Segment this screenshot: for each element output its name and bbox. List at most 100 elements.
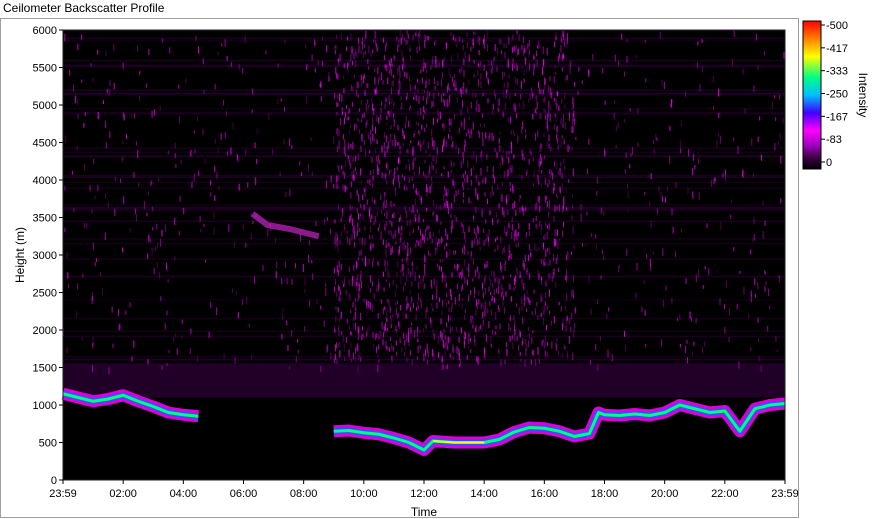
- backscatter-speckle: [496, 277, 498, 283]
- backscatter-speckle: [387, 77, 389, 85]
- backscatter-speckle: [539, 160, 541, 166]
- backscatter-speckle: [470, 290, 472, 295]
- backscatter-speckle: [570, 290, 572, 297]
- backscatter-speckle: [161, 229, 163, 237]
- backscatter-speckle: [429, 153, 431, 157]
- backscatter-speckle: [466, 175, 468, 183]
- backscatter-speckle: [401, 102, 403, 110]
- backscatter-speckle: [724, 326, 726, 334]
- backscatter-speckle: [478, 299, 480, 305]
- backscatter-speckle: [514, 45, 516, 52]
- backscatter-speckle: [372, 103, 374, 111]
- backscatter-speckle: [156, 262, 158, 269]
- backscatter-speckle: [560, 44, 562, 53]
- backscatter-speckle: [547, 351, 549, 358]
- backscatter-speckle: [696, 61, 698, 69]
- backscatter-speckle: [424, 173, 426, 179]
- backscatter-speckle: [512, 341, 514, 350]
- backscatter-speckle: [518, 198, 520, 203]
- backscatter-speckle: [688, 149, 690, 157]
- backscatter-speckle: [556, 205, 558, 211]
- backscatter-speckle: [386, 346, 388, 351]
- backscatter-speckle: [393, 203, 395, 207]
- backscatter-speckle: [496, 236, 498, 240]
- backscatter-speckle: [470, 46, 472, 52]
- backscatter-speckle: [450, 54, 452, 63]
- backscatter-speckle: [468, 294, 470, 302]
- backscatter-speckle: [495, 238, 497, 243]
- backscatter-speckle: [377, 353, 379, 358]
- backscatter-speckle: [521, 126, 523, 134]
- backscatter-speckle: [533, 289, 535, 294]
- backscatter-speckle: [777, 141, 779, 146]
- backscatter-speckle: [530, 359, 532, 365]
- backscatter-speckle: [425, 149, 427, 154]
- backscatter-speckle: [401, 347, 403, 353]
- backscatter-speckle: [245, 243, 247, 248]
- backscatter-speckle: [543, 259, 545, 267]
- backscatter-speckle: [565, 325, 567, 332]
- backscatter-speckle: [328, 76, 330, 82]
- backscatter-speckle: [251, 109, 253, 113]
- backscatter-speckle: [371, 157, 373, 164]
- backscatter-speckle: [712, 75, 714, 83]
- backscatter-speckle: [254, 142, 256, 148]
- backscatter-speckle: [122, 156, 124, 160]
- backscatter-speckle: [447, 336, 449, 343]
- backscatter-speckle: [553, 124, 555, 130]
- backscatter-speckle: [369, 216, 371, 223]
- backscatter-speckle: [386, 161, 388, 170]
- colorbar-tick-label: -417: [826, 43, 848, 55]
- backscatter-speckle: [554, 113, 556, 117]
- backscatter-speckle: [498, 98, 500, 106]
- backscatter-speckle: [409, 124, 411, 128]
- backscatter-speckle: [463, 331, 465, 336]
- backscatter-speckle: [359, 312, 361, 321]
- backscatter-speckle: [125, 310, 127, 316]
- backscatter-speckle: [382, 307, 384, 315]
- backscatter-speckle: [77, 43, 79, 51]
- backscatter-speckle: [97, 111, 99, 119]
- backscatter-speckle: [420, 197, 422, 205]
- backscatter-speckle: [492, 65, 494, 73]
- backscatter-speckle: [554, 229, 556, 236]
- backscatter-speckle: [588, 70, 590, 78]
- backscatter-speckle: [435, 246, 437, 251]
- backscatter-speckle: [388, 282, 390, 288]
- backscatter-speckle: [507, 169, 509, 175]
- backscatter-speckle: [109, 131, 111, 139]
- backscatter-speckle: [354, 322, 356, 329]
- backscatter-speckle: [463, 121, 465, 127]
- backscatter-speckle: [432, 328, 434, 335]
- backscatter-speckle: [72, 170, 74, 175]
- backscatter-speckle: [322, 36, 324, 41]
- backscatter-speckle: [422, 114, 424, 120]
- backscatter-speckle: [490, 280, 492, 288]
- backscatter-speckle: [488, 79, 490, 85]
- backscatter-speckle: [326, 217, 328, 221]
- backscatter-speckle: [550, 104, 552, 110]
- backscatter-speckle: [345, 337, 347, 344]
- backscatter-speckle: [90, 63, 92, 67]
- backscatter-speckle: [435, 214, 437, 222]
- backscatter-speckle: [463, 58, 465, 66]
- backscatter-speckle: [357, 37, 359, 45]
- backscatter-speckle: [687, 357, 689, 364]
- backscatter-speckle: [372, 344, 374, 348]
- backscatter-speckle: [174, 153, 176, 159]
- backscatter-speckle: [427, 141, 429, 149]
- backscatter-speckle: [389, 69, 391, 75]
- backscatter-speckle: [555, 36, 557, 41]
- backscatter-speckle: [242, 223, 244, 231]
- backscatter-speckle: [453, 33, 455, 41]
- backscatter-speckle: [506, 154, 508, 159]
- backscatter-speckle: [442, 194, 444, 202]
- backscatter-speckle: [367, 131, 369, 137]
- backscatter-speckle: [549, 113, 551, 122]
- backscatter-speckle: [434, 85, 436, 90]
- backscatter-speckle: [425, 184, 427, 192]
- backscatter-speckle: [528, 273, 530, 279]
- backscatter-speckle: [783, 51, 785, 59]
- backscatter-speckle: [681, 228, 683, 233]
- backscatter-speckle: [409, 105, 411, 109]
